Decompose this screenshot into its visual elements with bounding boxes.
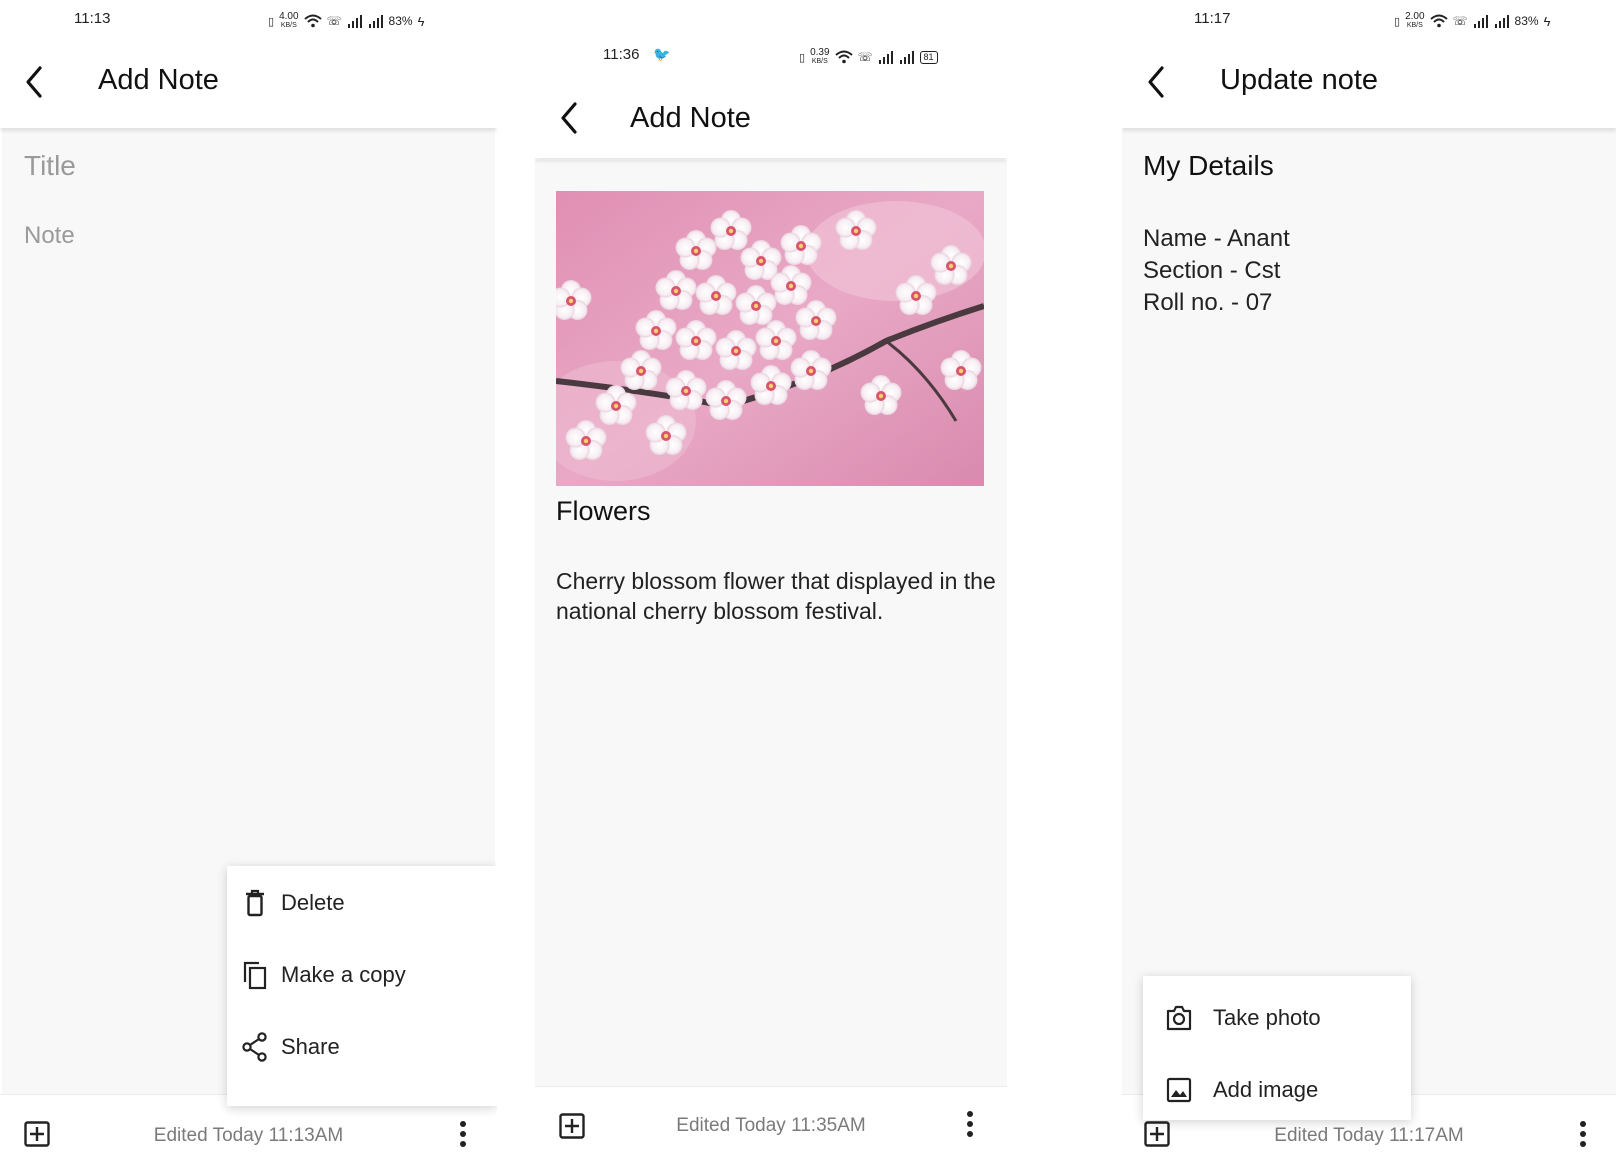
menu-item-delete[interactable]: Delete: [227, 873, 497, 933]
page-title: Add Note: [630, 102, 751, 134]
charging-icon: ϟ: [1543, 13, 1551, 29]
status-time: 11:17: [1194, 10, 1231, 27]
note-title[interactable]: My Details: [1143, 150, 1274, 182]
options-menu: Delete Make a copy Share: [227, 866, 497, 1106]
twitter-icon: 🐦: [653, 46, 671, 62]
page-title: Add Note: [98, 64, 219, 96]
menu-item-take-photo[interactable]: Take photo: [1143, 988, 1411, 1048]
signal-icon: [347, 15, 362, 28]
status-bar: 11:36 🐦 ▯ 0.39 KB/S ☏ 81: [535, 46, 1007, 68]
network-speed: 2.00 KB/S: [1405, 11, 1425, 30]
edited-timestamp: Edited Today 11:17AM: [1274, 1125, 1464, 1146]
note-body[interactable]: Cherry blossom flower that displayed in …: [556, 566, 996, 626]
signal-icon-2: [899, 51, 914, 64]
battery-level: 83%: [1514, 14, 1539, 28]
app-bar: Add Note: [535, 70, 1007, 158]
edited-timestamp: Edited Today 11:13AM: [153, 1125, 344, 1146]
copy-icon: [243, 961, 267, 990]
signal-icon-2: [1494, 15, 1509, 28]
status-time: 11:13: [74, 10, 111, 27]
back-arrow-icon[interactable]: [557, 100, 581, 136]
wifi-icon: [834, 50, 853, 64]
note-input[interactable]: Note: [24, 222, 75, 250]
bottom-bar: Edited Today 11:35AM: [535, 1086, 1007, 1167]
battery-icon: 81: [919, 50, 938, 64]
trash-icon: [246, 889, 264, 917]
network-speed: 4.00 KB/S: [279, 11, 299, 30]
cherry-blossom-photo: [556, 191, 984, 486]
note-line-name[interactable]: Name - Anant: [1143, 225, 1290, 253]
more-vert-icon[interactable]: [456, 1119, 470, 1149]
wifi-icon: [303, 14, 322, 28]
battery-level: 83%: [388, 14, 413, 28]
note-line-roll[interactable]: Roll no. - 07: [1143, 289, 1272, 317]
wifi-icon: [1429, 14, 1448, 28]
vibrate-icon: ▯: [799, 51, 806, 64]
image-icon: [1166, 1077, 1192, 1103]
app-bar: Add Note: [0, 36, 497, 128]
signal-icon-2: [368, 15, 383, 28]
signal-icon: [1473, 15, 1488, 28]
more-vert-icon[interactable]: [1576, 1119, 1590, 1149]
back-arrow-icon[interactable]: [22, 64, 46, 100]
title-input[interactable]: Title: [24, 150, 76, 182]
app-bar: Update note: [1122, 36, 1616, 128]
screen-add-note-empty: 11:13 ▯ 4.00 KB/S ☏ 83% ϟ Add Note Title …: [0, 0, 497, 1168]
status-bar: 11:13 ▯ 4.00 KB/S ☏ 83% ϟ: [0, 10, 497, 32]
status-bar: 11:17 ▯ 2.00 KB/S ☏ 83% ϟ: [1122, 10, 1616, 32]
note-title[interactable]: Flowers: [556, 496, 651, 527]
share-icon: [242, 1032, 267, 1062]
menu-item-share[interactable]: Share: [227, 1017, 497, 1077]
volte-icon: ☏: [857, 50, 873, 64]
menu-item-make-copy[interactable]: Make a copy: [227, 945, 497, 1005]
screen-add-note-image: 11:36 🐦 ▯ 0.39 KB/S ☏ 81 Add Note Flower…: [535, 0, 1007, 1168]
more-vert-icon[interactable]: [963, 1109, 977, 1139]
note-line-section[interactable]: Section - Cst: [1143, 257, 1280, 285]
note-image[interactable]: [556, 191, 984, 486]
back-arrow-icon[interactable]: [1144, 64, 1168, 100]
page-title: Update note: [1220, 64, 1379, 96]
status-time: 11:36: [603, 46, 640, 63]
vibrate-icon: ▯: [1394, 15, 1401, 28]
vibrate-icon: ▯: [268, 15, 275, 28]
edited-timestamp: Edited Today 11:35AM: [676, 1115, 866, 1136]
volte-icon: ☏: [1452, 14, 1468, 28]
menu-item-add-image[interactable]: Add image: [1143, 1060, 1411, 1120]
screen-update-note: 11:17 ▯ 2.00 KB/S ☏ 83% ϟ Update note My …: [1122, 0, 1616, 1168]
charging-icon: ϟ: [417, 13, 425, 29]
signal-icon: [878, 51, 893, 64]
camera-icon: [1166, 1005, 1192, 1031]
add-media-menu: Take photo Add image: [1143, 976, 1411, 1120]
network-speed: 0.39 KB/S: [810, 47, 830, 66]
volte-icon: ☏: [326, 14, 342, 28]
